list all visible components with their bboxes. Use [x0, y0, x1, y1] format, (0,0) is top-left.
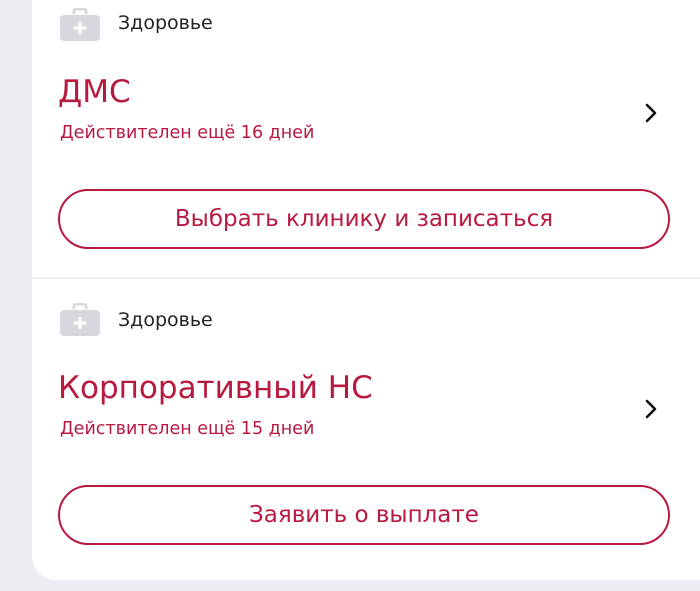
choose-clinic-button[interactable]: Выбрать клинику и записаться: [58, 189, 670, 249]
product-validity-status: Действителен ещё 16 дней: [60, 123, 315, 143]
chevron-right-icon[interactable]: [644, 398, 658, 420]
first-aid-kit-icon: [60, 303, 100, 336]
claim-payment-button[interactable]: Заявить о выплате: [58, 485, 670, 545]
product-category-label: Здоровье: [118, 309, 213, 331]
product-category-label: Здоровье: [118, 12, 213, 34]
product-row-dms[interactable]: ДМС Действителен ещё 16 дней: [58, 72, 670, 154]
first-aid-kit-icon: [60, 8, 100, 41]
chevron-right-icon[interactable]: [644, 102, 658, 124]
product-title: ДМС: [58, 74, 131, 110]
divider: [32, 277, 700, 279]
product-title: Корпоративный НС: [58, 370, 373, 406]
product-validity-status: Действителен ещё 15 дней: [60, 419, 315, 439]
product-row-corporate-ns[interactable]: Корпоративный НС Действителен ещё 15 дне…: [58, 368, 670, 450]
